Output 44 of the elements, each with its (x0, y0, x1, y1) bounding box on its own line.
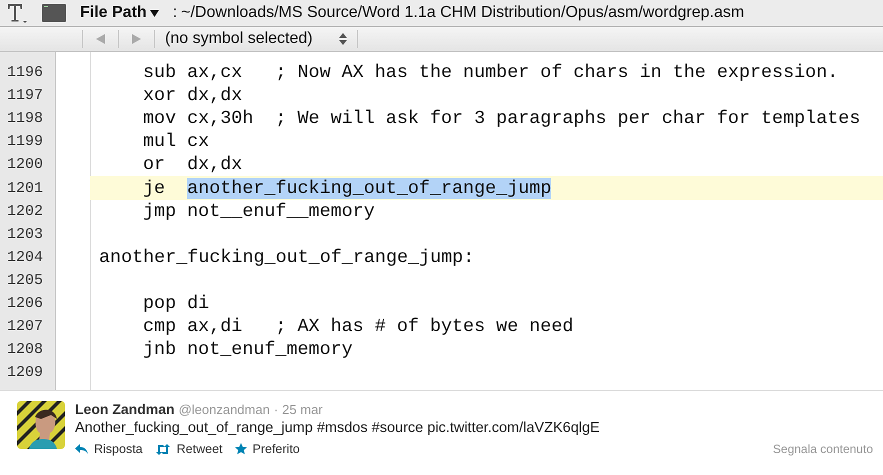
line-number: 1199 (6, 133, 44, 150)
code-line: xor dx,dx (143, 85, 242, 106)
line-number: 1208 (6, 341, 44, 358)
code-line: jmp not__enuf__memory (143, 200, 375, 222)
code-line: jnb not_enuf_memory (143, 339, 353, 360)
tweet-text: Another_fucking_out_of_range_jump #msdos #source pic.twitter.com/laVZK6qlgE (75, 420, 601, 436)
line-number: 1198 (6, 110, 44, 128)
line-number: 1206 (6, 294, 44, 312)
forward-icon (132, 34, 141, 44)
code-line: mov cx,30h ; We will ask for 3 paragraphs per char for templates (143, 108, 860, 130)
line-number: 1209 (6, 364, 44, 382)
code-line: je another_fucking_out_of_range_jump (143, 178, 552, 199)
line-number: 1204 (6, 248, 44, 266)
line-number: 1197 (6, 87, 44, 104)
line-number: 1200 (6, 156, 44, 174)
star-icon (234, 443, 246, 455)
line-number: 1205 (6, 272, 44, 289)
line-number: 1207 (6, 318, 44, 336)
separator: · (274, 402, 278, 417)
path-separator: : (172, 4, 178, 22)
retweet-icon (154, 444, 171, 454)
reply-link[interactable]: Risposta (75, 442, 143, 456)
retweet-link[interactable]: Retweet (154, 442, 222, 456)
text-tool-icon[interactable] (6, 2, 28, 24)
file-path: ~/Downloads/MS Source/Word 1.1a CHM Distribution/Opus/asm/wordgrep.asm (181, 4, 744, 22)
code-line: another_fucking_out_of_range_jump: (99, 246, 474, 268)
user-handle: @leonzandman (178, 402, 270, 417)
line-number: 1202 (6, 202, 44, 220)
favorite-link[interactable]: Preferito (234, 442, 300, 456)
caret-icon (150, 10, 159, 16)
line-number: 1203 (6, 226, 44, 243)
reply-icon (75, 444, 88, 454)
back-icon (96, 34, 105, 44)
code-line: pop di (143, 292, 210, 314)
code-line: mul cx (143, 131, 210, 152)
stepper-icon (338, 33, 347, 45)
code-line: cmp ax,di ; AX has # of bytes we need (143, 316, 574, 338)
file-path-menu[interactable]: File Path (80, 4, 159, 22)
code-line: sub ax,cx ; Now AX has the number of chars in the expression. (143, 62, 838, 84)
code-line: or dx,dx (143, 154, 242, 176)
line-number: 1196 (6, 64, 44, 82)
user-name[interactable]: Leon Zandman (75, 401, 175, 417)
line-number: 1201 (6, 180, 44, 197)
symbol-dropdown[interactable]: (no symbol selected) (154, 30, 358, 48)
